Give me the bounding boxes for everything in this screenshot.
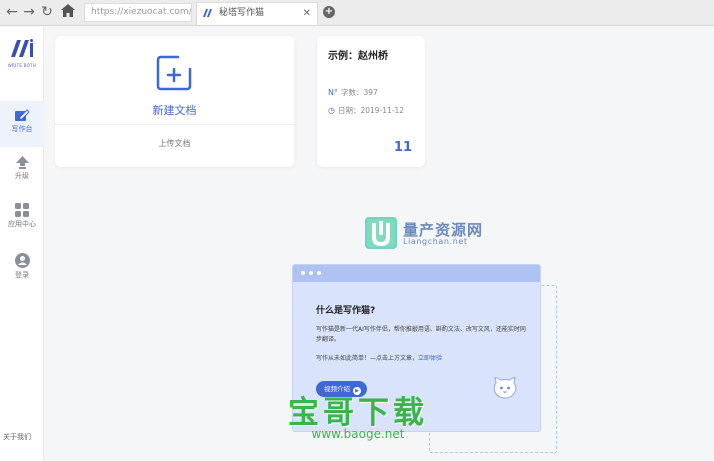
about-us-link[interactable]: 关于我们 [3, 432, 31, 442]
example-document-card[interactable]: 示例：赵州桥 N° 字数：397 ◷ 日期：2019-11-12 11 [317, 36, 425, 167]
window-dot [301, 271, 305, 275]
sidebar-item-label: 登录 [15, 271, 29, 279]
word-count: 字数：397 [340, 88, 378, 97]
sidebar-item-label: 升级 [15, 172, 29, 180]
intro-heading: 什么是写作猫? [316, 306, 376, 316]
forward-icon[interactable]: → [21, 4, 37, 20]
reload-icon[interactable]: ↻ [39, 4, 55, 20]
sidebar: WRITE BOTH 写作台 升级 应用中心 登录 关于我们 [0, 27, 44, 461]
sidebar-item-upgrade[interactable]: 升级 [0, 148, 44, 194]
new-document-label[interactable]: 新建文档 [55, 102, 294, 118]
new-document-card[interactable]: 新建文档 上传文档 [55, 36, 294, 167]
video-button-label: 视频介绍 [324, 385, 350, 393]
back-icon[interactable]: ← [4, 4, 20, 20]
date-row: ◷ 日期：2019-11-12 [328, 105, 404, 116]
logo-text: WRITE BOTH [7, 63, 37, 68]
word-count-icon: N° [328, 88, 338, 97]
logo-icon [11, 39, 33, 57]
browser-toolbar: ← → ↻ https://xiezuocat.com/#/ 秘塔写作猫 ✕ + [0, 0, 714, 26]
close-tab-icon[interactable]: ✕ [303, 3, 311, 24]
try-now-link[interactable]: 立即体验 [418, 355, 442, 362]
sidebar-item-login[interactable]: 登录 [0, 245, 44, 291]
watermark-liangchan: 量产资源网 Liangchan.net [365, 217, 482, 253]
sidebar-item-label: 写作台 [11, 125, 33, 133]
tab-title: 秘塔写作猫 [219, 8, 265, 18]
watermark-subtitle: Liangchan.net [403, 237, 468, 246]
browser-tab[interactable]: 秘塔写作猫 ✕ [196, 2, 318, 25]
clock-icon: ◷ [328, 106, 335, 115]
sidebar-item-label: 应用中心 [8, 220, 36, 228]
user-icon [14, 253, 30, 268]
cta-prefix: 写作从未如此简单！—点击上方文章， [316, 355, 419, 362]
sidebar-item-writing[interactable]: 写作台 [0, 101, 44, 147]
upload-arrow-icon [15, 156, 29, 169]
cat-mascot-icon [493, 377, 517, 399]
window-dot [317, 271, 321, 275]
address-bar[interactable]: https://xiezuocat.com/#/ [84, 3, 192, 22]
play-icon: ▶ [353, 387, 361, 395]
home-icon[interactable] [60, 4, 76, 20]
tab-logo-icon [203, 9, 212, 17]
word-count-row: N° 字数：397 [328, 87, 378, 98]
panel-title-bar [293, 265, 540, 282]
issue-count-badge: 11 [393, 140, 412, 155]
watermark-logo-icon [365, 217, 397, 249]
example-title: 示例：赵州桥 [328, 51, 388, 62]
window-dot [309, 271, 313, 275]
apps-grid-icon [15, 203, 29, 217]
watermark-baoge-title: 宝哥下载 [288, 395, 428, 431]
sidebar-item-apps[interactable]: 应用中心 [0, 195, 44, 241]
intro-paragraph: 写作猫是新一代AI写作伴侣，帮你推敲用语、斟酌文法、改写文风，还能实时同步翻译。 [316, 326, 526, 343]
date-text: 日期：2019-11-12 [337, 106, 405, 115]
watermark-baoge: 宝哥下载 www.baoge.net [268, 395, 448, 441]
app-logo[interactable]: WRITE BOTH [6, 39, 38, 68]
new-document-icon [156, 55, 192, 91]
upload-document-button[interactable]: 上传文档 [55, 138, 294, 149]
intro-cta-text: 写作从未如此简单！—点击上方文章，立即体验 [316, 353, 442, 362]
edit-icon [15, 109, 29, 121]
new-tab-button[interactable]: + [323, 6, 335, 18]
card-divider [55, 124, 294, 125]
